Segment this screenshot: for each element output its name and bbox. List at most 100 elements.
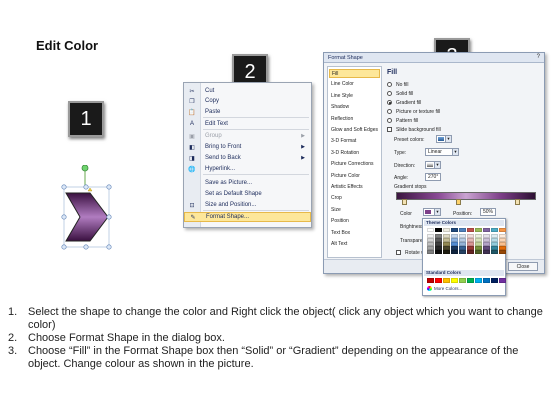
instruction-item: 2. Choose Format Shape in the dialog box. (8, 332, 553, 345)
theme-shade-swatch[interactable] (475, 250, 482, 254)
position-input[interactable]: 50% (480, 208, 496, 216)
standard-color-swatch[interactable] (451, 278, 458, 283)
more-colors-link[interactable]: More Colors... (427, 286, 462, 291)
nav-item-shadow[interactable]: Shadow (331, 103, 379, 112)
theme-shade-swatch[interactable] (483, 250, 490, 254)
theme-shade-swatch[interactable] (451, 250, 458, 254)
nav-item-size[interactable]: Size (331, 206, 379, 215)
context-menu-item-size-and-position[interactable]: ⊡ Size and Position... (184, 200, 311, 210)
menu-separator (203, 174, 309, 175)
paste-icon: 📋 (188, 109, 196, 116)
direction-label: Direction: (394, 163, 416, 169)
radio-button[interactable] (387, 91, 392, 96)
context-menu-item-set-as-default-shape[interactable]: Set as Default Shape (184, 189, 311, 199)
nav-item-position[interactable]: Position (331, 217, 379, 226)
theme-color-swatch[interactable] (475, 228, 482, 232)
standard-colors-row (427, 278, 506, 283)
nav-item-3-d-rotation[interactable]: 3-D Rotation (331, 149, 379, 158)
theme-shade-swatch[interactable] (491, 250, 498, 254)
standard-color-swatch[interactable] (435, 278, 442, 283)
color-label: Color (400, 211, 412, 217)
standard-color-swatch[interactable] (499, 278, 506, 283)
nav-item-glow-and-soft-edges[interactable]: Glow and Soft Edges (331, 126, 379, 135)
preset-colors-dropdown[interactable]: ▼ (436, 135, 452, 143)
radio-button[interactable] (387, 118, 392, 123)
fill-option-no-fill[interactable]: No fill (387, 81, 409, 88)
standard-color-swatch[interactable] (467, 278, 474, 283)
context-menu-item-group: ▣ Group ▶ (184, 131, 311, 141)
theme-shade-swatch[interactable] (443, 250, 450, 254)
fill-option-solid-fill[interactable]: Solid fill (387, 90, 413, 97)
rotate-checkbox[interactable] (396, 250, 401, 255)
fill-pane-heading: Fill (387, 69, 398, 76)
direction-dropdown[interactable]: ▼ (425, 161, 441, 169)
context-menu-item-save-as-picture[interactable]: Save as Picture... (184, 178, 311, 188)
theme-shade-swatch[interactable] (459, 250, 466, 254)
context-menu-item-format-shape[interactable]: ✎ Format Shape... (184, 212, 311, 222)
instruction-text: Choose “Fill” in the Format Shape box th… (28, 345, 519, 370)
fill-option-gradient-fill[interactable]: Gradient fill (387, 99, 421, 106)
fill-option-picture-or-texture-fill[interactable]: Picture or texture fill (387, 108, 440, 115)
nav-item-text-box[interactable]: Text Box (331, 229, 379, 238)
edit-text-icon: A (189, 121, 194, 127)
theme-color-swatch[interactable] (483, 228, 490, 232)
standard-color-swatch[interactable] (483, 278, 490, 283)
nav-item-artistic-effects[interactable]: Artistic Effects (331, 183, 379, 192)
radio-button[interactable] (387, 100, 392, 105)
theme-shade-swatch[interactable] (499, 250, 506, 254)
scissors-icon: ✂ (189, 88, 195, 95)
gradient-stop-handle[interactable] (515, 199, 520, 205)
radio-button[interactable] (387, 82, 392, 87)
theme-color-swatch[interactable] (451, 228, 458, 232)
rotate-with-shape-option[interactable]: Rotate w (396, 249, 425, 256)
close-button[interactable]: Close (508, 262, 538, 271)
type-dropdown[interactable]: Linear ▼ (425, 148, 459, 156)
radio-button[interactable] (387, 109, 392, 114)
theme-shade-swatch[interactable] (467, 250, 474, 254)
gradient-stop-handle-selected[interactable] (456, 199, 461, 205)
context-menu-item-edit-text[interactable]: A Edit Text (184, 119, 311, 129)
hyperlink-icon: 🌐 (188, 166, 196, 173)
nav-item-picture-corrections[interactable]: Picture Corrections (331, 160, 379, 169)
nav-item-reflection[interactable]: Reflection (331, 115, 379, 124)
instruction-list: 1. Select the shape to change the color a… (8, 306, 553, 371)
help-close-icon[interactable]: ? (537, 54, 540, 60)
dialog-category-list: Fill Line Color Line Style Shadow Reflection… (327, 66, 382, 258)
theme-color-swatch[interactable] (435, 228, 442, 232)
nav-item-line-color[interactable]: Line Color (331, 80, 379, 89)
color-picker-button[interactable]: ▼ (423, 208, 441, 216)
nav-item-line-style[interactable]: Line Style (331, 92, 379, 101)
gradient-stop-handle[interactable] (402, 199, 407, 205)
context-menu-item-send-to-back[interactable]: ◨ Send to Back ▶ (184, 153, 311, 163)
context-menu-item-label: Cut (205, 88, 215, 94)
context-menu-item-cut[interactable]: ✂ Cut (184, 86, 311, 96)
standard-color-swatch[interactable] (475, 278, 482, 283)
fill-option-pattern-fill[interactable]: Pattern fill (387, 117, 418, 124)
context-menu-item-hyperlink[interactable]: 🌐 Hyperlink... (184, 164, 311, 174)
slide-background-fill-option[interactable]: Slide background fill (387, 126, 441, 133)
nav-item-alt-text[interactable]: Alt Text (331, 240, 379, 249)
theme-shade-swatch[interactable] (435, 250, 442, 254)
nav-item-picture-color[interactable]: Picture Color (331, 172, 379, 181)
standard-color-swatch[interactable] (459, 278, 466, 283)
theme-color-swatch[interactable] (491, 228, 498, 232)
context-menu-item-copy[interactable]: ❐ Copy (184, 96, 311, 106)
slide-background-checkbox[interactable] (387, 127, 392, 132)
theme-shade-swatch[interactable] (427, 250, 434, 254)
nav-item-fill[interactable]: Fill (329, 69, 380, 78)
angle-input[interactable]: 270° (425, 173, 441, 181)
context-menu-item-label: Copy (205, 98, 220, 104)
context-menu-item-bring-to-front[interactable]: ◧ Bring to Front ▶ (184, 142, 311, 152)
theme-color-swatch[interactable] (459, 228, 466, 232)
theme-color-swatch[interactable] (427, 228, 434, 232)
theme-color-swatch[interactable] (499, 228, 506, 232)
nav-item-crop[interactable]: Crop (331, 194, 379, 203)
theme-color-swatch[interactable] (443, 228, 450, 232)
theme-color-swatch[interactable] (467, 228, 474, 232)
standard-color-swatch[interactable] (491, 278, 498, 283)
standard-color-swatch[interactable] (427, 278, 434, 283)
standard-color-swatch[interactable] (443, 278, 450, 283)
nav-item-3-d-format[interactable]: 3-D Format (331, 137, 379, 146)
selected-arrow-shape[interactable] (58, 164, 118, 255)
context-menu-item-paste[interactable]: 📋 Paste (184, 107, 311, 117)
